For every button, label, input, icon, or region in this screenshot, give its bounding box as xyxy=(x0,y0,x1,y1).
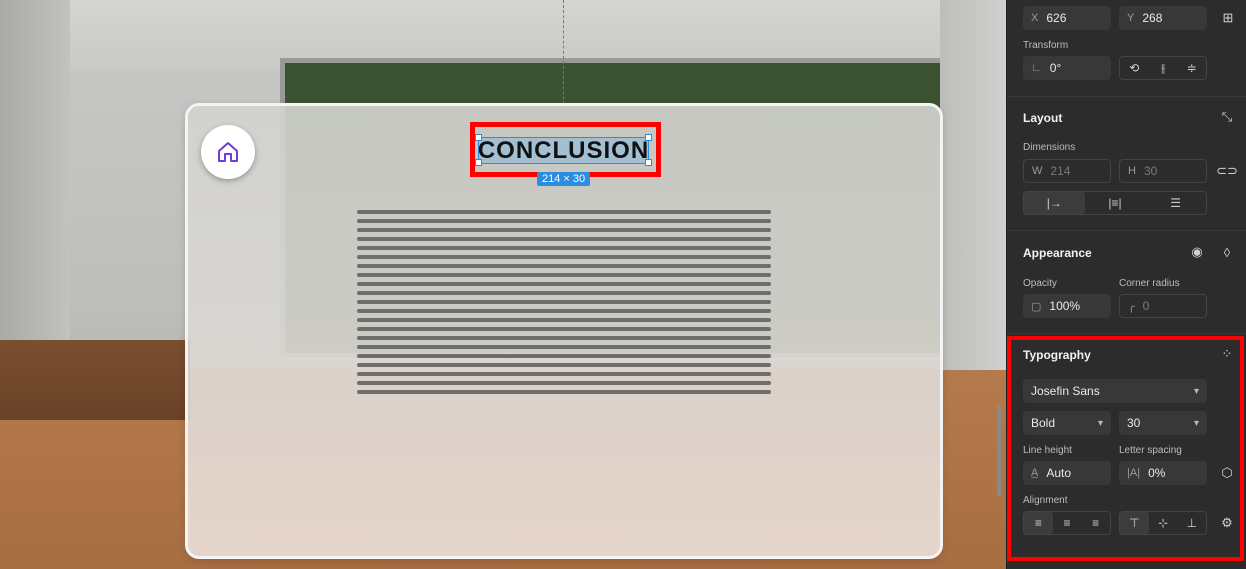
y-field[interactable]: Y 268 xyxy=(1119,6,1207,30)
layout-section: Layout ⤡ Dimensions W 214 H 30 ⊂⊃ |→ |≡|… xyxy=(1007,97,1246,231)
fixed-width-icon[interactable]: |→ xyxy=(1024,192,1085,214)
placeholder-text-line xyxy=(357,228,771,232)
corner-radius-icon: ╭ xyxy=(1128,300,1135,313)
w-value: 214 xyxy=(1050,164,1071,178)
home-icon xyxy=(218,142,238,162)
placeholder-text-line xyxy=(357,300,771,304)
flip-vertical-icon[interactable]: ≑ xyxy=(1177,57,1206,79)
placeholder-text-line xyxy=(357,219,771,223)
rotation-value: 0° xyxy=(1049,61,1062,75)
x-value: 626 xyxy=(1046,11,1067,25)
placeholder-text-line xyxy=(357,282,771,286)
h-label: H xyxy=(1128,165,1136,177)
x-label: X xyxy=(1031,12,1039,24)
placeholder-text-line xyxy=(357,354,771,358)
flip-horizontal-icon[interactable]: ⫲ xyxy=(1149,57,1178,79)
placeholder-text-line xyxy=(357,273,771,277)
placeholder-text-line xyxy=(357,318,771,322)
lock-ratio-icon[interactable]: ⊂⊃ xyxy=(1214,159,1240,183)
opacity-field[interactable]: ▢ 100% xyxy=(1023,294,1111,318)
auto-width-icon[interactable]: ☰ xyxy=(1145,192,1206,214)
home-button[interactable] xyxy=(201,125,255,179)
height-field[interactable]: H 30 xyxy=(1119,159,1207,183)
transform-label: Transform xyxy=(1023,40,1069,51)
eye-icon[interactable]: ◉ xyxy=(1184,240,1210,264)
placeholder-text-block[interactable] xyxy=(357,210,771,399)
design-canvas[interactable]: CONCLUSION 214 × 30 xyxy=(0,0,1006,569)
corner-radius-value: 0 xyxy=(1142,299,1150,313)
placeholder-text-line xyxy=(357,372,771,376)
y-value: 268 xyxy=(1142,11,1163,25)
canvas-scrollbar[interactable] xyxy=(997,405,1001,497)
placeholder-text-line xyxy=(357,291,771,295)
placeholder-text-line xyxy=(357,255,771,259)
dimensions-label: Dimensions xyxy=(1023,142,1076,153)
placeholder-text-line xyxy=(357,381,771,385)
selected-title-text[interactable]: CONCLUSION xyxy=(478,137,649,164)
scene-right-wall xyxy=(940,0,1006,400)
h-value: 30 xyxy=(1143,164,1158,178)
resize-handle-br[interactable] xyxy=(645,159,652,166)
transform-actions: ⟲ ⫲ ≑ xyxy=(1119,56,1207,80)
placeholder-text-line xyxy=(357,345,771,349)
placeholder-text-line xyxy=(357,264,771,268)
placeholder-text-line xyxy=(357,210,771,214)
appearance-section: Appearance ◉ ◊ Opacity Corner radius ▢ 1… xyxy=(1007,231,1246,334)
title-text: CONCLUSION xyxy=(477,136,650,164)
placeholder-text-line xyxy=(357,336,771,340)
placeholder-text-line xyxy=(357,309,771,313)
resize-handle-bl[interactable] xyxy=(475,159,482,166)
placeholder-text-line xyxy=(357,390,771,394)
x-field[interactable]: X 626 xyxy=(1023,6,1111,30)
opacity-icon: ▢ xyxy=(1031,300,1042,313)
corner-radius-label: Corner radius xyxy=(1119,278,1180,289)
y-label: Y xyxy=(1127,12,1135,24)
opacity-value: 100% xyxy=(1049,299,1081,313)
placeholder-text-line xyxy=(357,327,771,331)
appearance-header: Appearance xyxy=(1023,246,1092,260)
typography-highlight-box xyxy=(1007,336,1244,561)
layout-header: Layout xyxy=(1023,111,1063,125)
scene-left-wall xyxy=(0,0,70,340)
resize-handle-tr[interactable] xyxy=(645,134,652,141)
opacity-label: Opacity xyxy=(1023,278,1057,289)
rotate-icon[interactable]: ⟲ xyxy=(1120,57,1149,79)
auto-height-icon[interactable]: |≡| xyxy=(1085,192,1146,214)
rotation-icon: ∟ xyxy=(1031,62,1042,74)
placeholder-text-line xyxy=(357,237,771,241)
w-label: W xyxy=(1032,165,1043,177)
position-section: X 626 Y 268 ⊞ Transform ∟ 0° ⟲ ⫲ ≑ xyxy=(1007,0,1246,97)
drop-icon[interactable]: ◊ xyxy=(1214,240,1240,264)
constraints-icon[interactable]: ⊞ xyxy=(1215,6,1241,30)
corner-radius-field[interactable]: ╭ 0 xyxy=(1119,294,1207,318)
resize-handle-tl[interactable] xyxy=(475,134,482,141)
rotation-field[interactable]: ∟ 0° xyxy=(1023,56,1111,80)
collapse-layout-icon[interactable]: ⤡ xyxy=(1214,105,1240,129)
placeholder-text-line xyxy=(357,246,771,250)
scene-desk xyxy=(0,340,190,420)
placeholder-text-line xyxy=(357,363,771,367)
dimensions-badge: 214 × 30 xyxy=(537,172,591,186)
resizing-mode: |→ |≡| ☰ xyxy=(1023,191,1207,215)
width-field[interactable]: W 214 xyxy=(1023,159,1111,183)
